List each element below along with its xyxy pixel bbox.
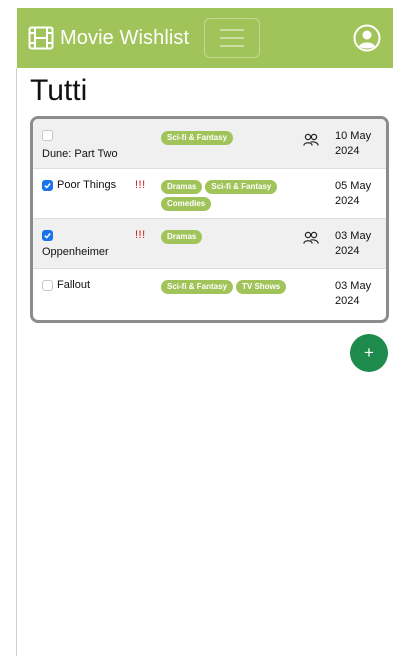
brand[interactable]: Movie Wishlist	[28, 26, 189, 50]
list-item[interactable]: Poor Things !!! Dramas Sci-fi & Fantasy …	[33, 169, 386, 219]
list-item[interactable]: Oppenheimer !!! Dramas 03 May 2024	[33, 219, 386, 269]
tag-badge: TV Shows	[236, 280, 287, 294]
tag-badge: Dramas	[161, 230, 203, 244]
movie-title: Fallout	[57, 279, 91, 291]
watched-checkbox[interactable]	[42, 180, 53, 191]
plus-icon: +	[364, 343, 374, 362]
movie-title: Dune: Part Two	[42, 148, 118, 160]
priority-marker: !!!	[135, 179, 146, 191]
movie-title: Poor Things	[57, 179, 117, 191]
hamburger-icon	[220, 29, 245, 31]
checkmark-icon	[44, 183, 51, 189]
film-icon	[28, 26, 54, 50]
checkmark-icon	[44, 233, 51, 239]
added-date: 03 May 2024	[335, 280, 372, 307]
shared-people-icon	[303, 133, 319, 146]
priority-marker: !!!	[135, 229, 146, 241]
list-item[interactable]: Fallout Sci-fi & Fantasy TV Shows 03 May…	[33, 269, 386, 319]
watched-checkbox[interactable]	[42, 130, 53, 141]
menu-toggle-button[interactable]	[204, 18, 261, 58]
tag-list: Dramas	[161, 230, 301, 244]
watched-checkbox[interactable]	[42, 230, 53, 241]
tag-list: Sci-fi & Fantasy	[161, 131, 301, 145]
left-border	[16, 68, 17, 656]
added-date: 05 May 2024	[335, 180, 372, 207]
user-circle-icon[interactable]	[353, 24, 381, 52]
tag-badge: Sci-fi & Fantasy	[161, 280, 234, 294]
shared-people-icon	[303, 231, 319, 244]
page-title: Tutti	[30, 74, 88, 107]
tag-badge: Comedies	[161, 197, 212, 211]
tag-list: Dramas Sci-fi & Fantasy Comedies	[161, 180, 301, 211]
list-item[interactable]: Dune: Part Two Sci-fi & Fantasy 10 May 2…	[33, 119, 386, 169]
tag-list: Sci-fi & Fantasy TV Shows	[161, 280, 301, 294]
watched-checkbox[interactable]	[42, 280, 53, 291]
navbar: Movie Wishlist	[17, 8, 393, 68]
tag-badge: Sci-fi & Fantasy	[205, 180, 278, 194]
movie-title: Oppenheimer	[42, 246, 109, 258]
brand-title: Movie Wishlist	[60, 26, 190, 49]
wishlist-table: Dune: Part Two Sci-fi & Fantasy 10 May 2…	[30, 116, 389, 323]
tag-badge: Dramas	[161, 180, 203, 194]
added-date: 03 May 2024	[335, 230, 372, 257]
add-movie-button[interactable]: +	[350, 334, 388, 372]
tag-badge: Sci-fi & Fantasy	[161, 131, 234, 145]
added-date: 10 May 2024	[335, 130, 372, 157]
